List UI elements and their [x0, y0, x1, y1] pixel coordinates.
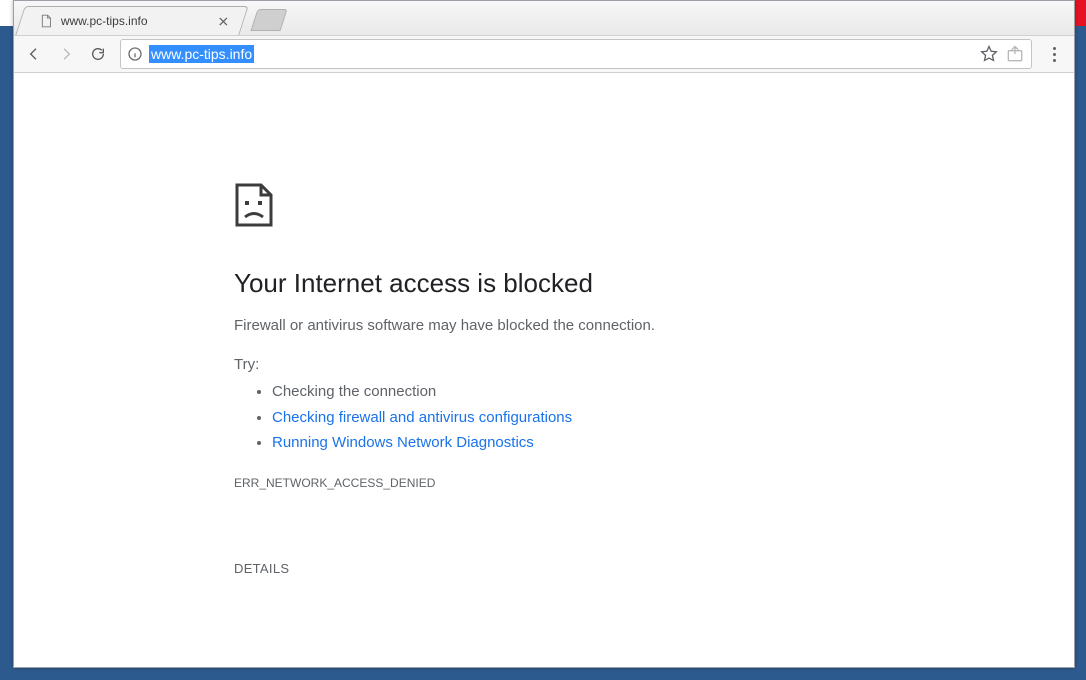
page-favicon-icon [39, 14, 53, 28]
suggestion-text: Checking the connection [272, 383, 436, 400]
address-bar-url[interactable]: www.pc-tips.info [149, 45, 254, 63]
browser-tab[interactable]: www.pc-tips.info [15, 6, 248, 35]
list-item: Checking firewall and antivirus configur… [272, 405, 854, 431]
tab-strip: www.pc-tips.info [14, 1, 1074, 35]
site-info-icon[interactable] [127, 46, 143, 62]
list-item: Checking the connection [272, 379, 854, 405]
nav-back-button[interactable] [20, 40, 48, 68]
error-page: Your Internet access is blocked Firewall… [214, 73, 874, 618]
error-try-label: Try: [234, 356, 854, 373]
tab-title: www.pc-tips.info [61, 14, 205, 28]
list-item: Running Windows Network Diagnostics [272, 430, 854, 456]
error-suggestion-list: Checking the connection Checking firewal… [234, 379, 854, 456]
toolbar: www.pc-tips.info [14, 35, 1074, 73]
sad-page-icon [234, 183, 854, 232]
page-content: Your Internet access is blocked Firewall… [14, 73, 1074, 667]
nav-reload-button[interactable] [84, 40, 112, 68]
error-code: ERR_NETWORK_ACCESS_DENIED [234, 476, 854, 490]
new-tab-button[interactable] [250, 9, 287, 31]
bookmark-star-button[interactable] [979, 44, 999, 64]
suggestion-link[interactable]: Running Windows Network Diagnostics [272, 434, 534, 451]
suggestion-link[interactable]: Checking firewall and antivirus configur… [272, 409, 572, 426]
share-button[interactable] [1005, 44, 1025, 64]
browser-window: www.pc-tips.info [13, 0, 1075, 668]
error-subtitle: Firewall or antivirus software may have … [234, 317, 854, 334]
address-bar[interactable]: www.pc-tips.info [120, 39, 1032, 69]
error-heading: Your Internet access is blocked [234, 268, 854, 299]
browser-menu-button[interactable] [1040, 40, 1068, 68]
kebab-menu-icon [1053, 47, 1056, 62]
nav-forward-button[interactable] [52, 40, 80, 68]
tab-close-button[interactable] [217, 15, 229, 27]
details-button[interactable]: DETAILS [234, 561, 289, 576]
